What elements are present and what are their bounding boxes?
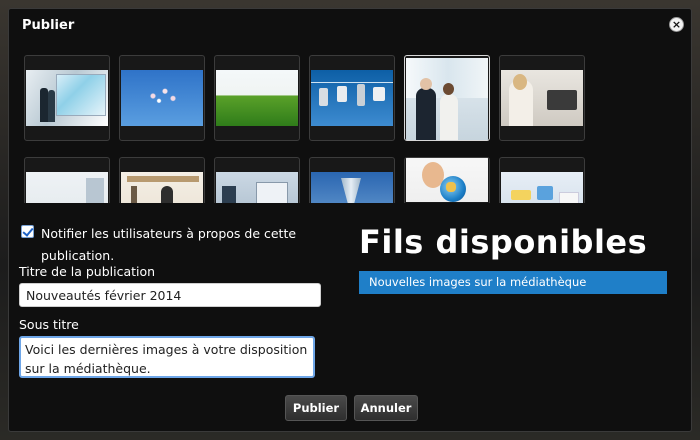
thumbnail[interactable] (309, 55, 395, 141)
clothesline-devices-photo (311, 70, 393, 126)
subtitle-label: Sous titre (19, 317, 79, 332)
office-woman-photo (501, 70, 583, 126)
businesspeople-photo (406, 58, 488, 140)
business-presentation-photo (26, 70, 108, 126)
thumbnail[interactable] (499, 55, 585, 141)
thumbnail[interactable] (24, 55, 110, 141)
child-globe-photo (406, 158, 488, 202)
thumbnail[interactable] (24, 157, 110, 203)
thumbnail[interactable] (214, 55, 300, 141)
laptop-office-photo (216, 172, 298, 203)
dialog-title: Publier (22, 18, 75, 33)
architecture-photo (311, 172, 393, 203)
thumbnail[interactable] (119, 157, 205, 203)
image-gallery (24, 55, 594, 203)
publish-dialog: Publier × Notifier les utilisateurs à pr… (8, 8, 692, 432)
close-icon[interactable]: × (669, 17, 684, 32)
office-photo (26, 172, 108, 203)
thumbnail[interactable] (119, 55, 205, 141)
feeds-heading: Fils disponibles (359, 223, 648, 261)
notify-checkbox[interactable] (21, 225, 34, 238)
grass-photo (216, 70, 298, 126)
cancel-button[interactable]: Annuler (354, 395, 418, 421)
thumbnail[interactable] (214, 157, 300, 203)
subtitle-textarea[interactable]: Voici les dernières images à votre dispo… (19, 336, 315, 378)
feed-item-mediatheque[interactable]: Nouvelles images sur la médiathèque (359, 271, 667, 294)
notify-label: Notifier les utilisateurs à propos de ce… (41, 226, 297, 263)
thumbnail[interactable] (309, 157, 395, 203)
title-label: Titre de la publication (19, 264, 156, 279)
thumbnail[interactable] (404, 157, 490, 203)
title-input[interactable] (19, 283, 321, 307)
publish-button[interactable]: Publier (285, 395, 347, 421)
sky-petals-photo (121, 70, 203, 126)
meeting-room-photo (121, 172, 203, 203)
thumbnail-selected[interactable] (404, 55, 490, 141)
medical-supplies-photo (501, 172, 583, 203)
thumbnail[interactable] (499, 157, 585, 203)
